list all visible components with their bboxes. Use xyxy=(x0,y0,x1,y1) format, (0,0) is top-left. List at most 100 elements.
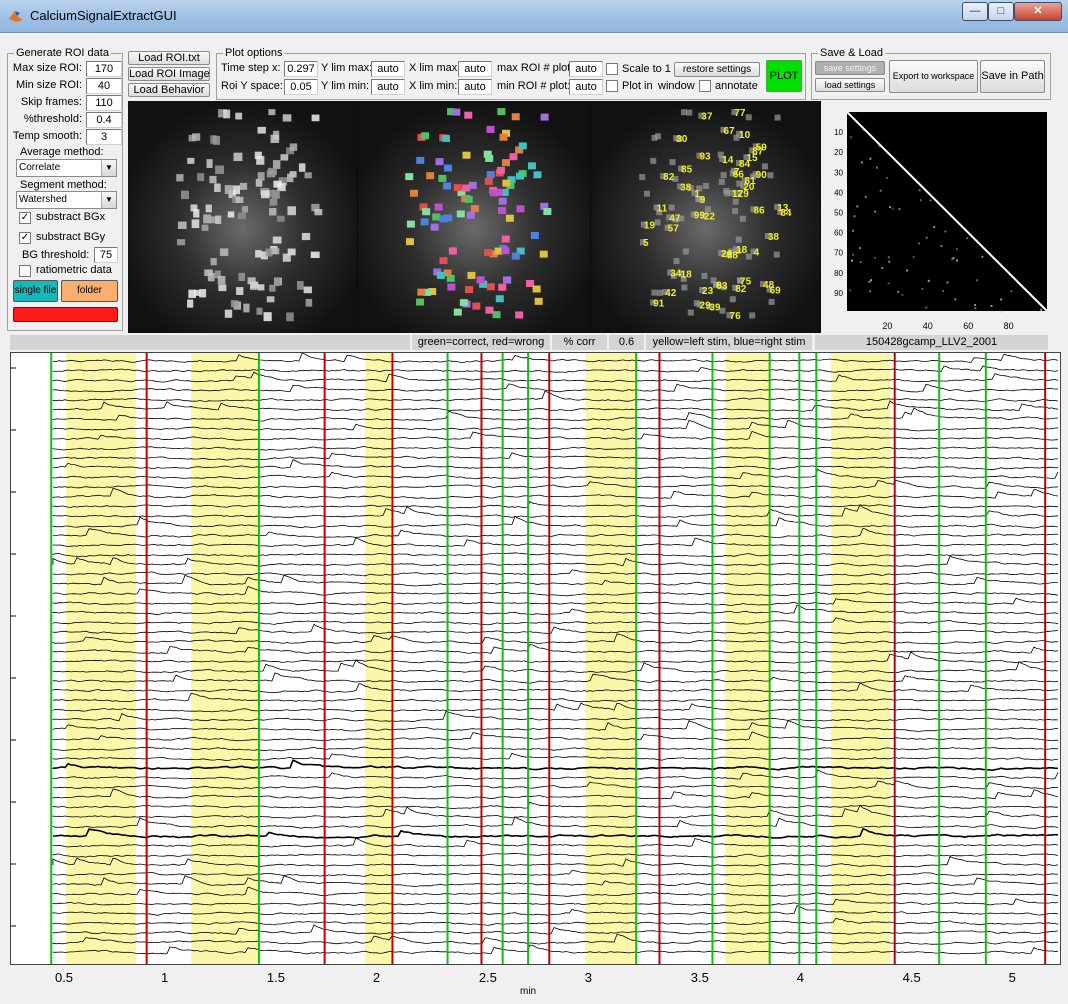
roi-number: 30 xyxy=(676,134,688,145)
load-settings-button[interactable]: load settings xyxy=(815,78,885,92)
roi-field-input[interactable]: 3 xyxy=(86,129,122,145)
corr-pixel xyxy=(856,205,859,208)
roi-number: 91 xyxy=(653,299,665,310)
roi-number: 26 xyxy=(721,249,733,260)
roi-mask xyxy=(442,134,451,142)
minimize-button[interactable]: — xyxy=(962,2,988,21)
time-step-input[interactable]: 0.297 xyxy=(284,61,318,77)
cell-spot xyxy=(266,296,275,303)
roi-number: 9 xyxy=(700,195,706,206)
roi-field-input[interactable]: 170 xyxy=(86,61,122,77)
single-file-button[interactable]: single file xyxy=(13,280,58,302)
roi-mask xyxy=(533,171,542,179)
corr-pixel xyxy=(927,279,930,282)
plot-button[interactable]: PLOT xyxy=(766,60,802,92)
save-in-path-button[interactable]: Save in Path xyxy=(980,60,1045,93)
roi-number: 83 xyxy=(716,281,728,292)
roi-number: 7 xyxy=(734,167,740,178)
roi-mask xyxy=(543,208,552,216)
cell-spot xyxy=(296,281,304,290)
plot-in-window-checkbox[interactable] xyxy=(606,80,618,92)
roi-y-space-input[interactable]: 0.05 xyxy=(284,79,318,95)
cell-spot xyxy=(298,163,306,172)
cell-spot xyxy=(237,212,246,220)
corr-y-tick: 20 xyxy=(834,148,843,157)
cell-spot xyxy=(255,250,262,258)
cell-spot xyxy=(745,114,752,121)
roi-field-input[interactable]: 40 xyxy=(86,78,122,94)
corr-pixel xyxy=(864,195,867,198)
image-panels: 6676184275818714344811203869959829913152… xyxy=(128,101,821,333)
roi-number: 11 xyxy=(657,203,668,214)
min-roi-input[interactable]: auto xyxy=(569,79,603,95)
xlim-max-label: X lim max: xyxy=(409,62,461,74)
corr-y-tick: 40 xyxy=(834,188,843,197)
max-roi-input[interactable]: auto xyxy=(569,61,603,77)
xlim-max-input[interactable]: auto xyxy=(458,61,492,77)
cell-spot xyxy=(681,109,688,116)
cell-spot xyxy=(761,163,768,170)
time-step-label: Time step x: xyxy=(221,62,281,74)
bg-threshold-input[interactable]: 75 xyxy=(94,247,118,263)
roi-mask xyxy=(452,108,461,116)
ylim-max-input[interactable]: auto xyxy=(371,61,405,77)
ratiometric-checkbox[interactable] xyxy=(19,265,31,277)
restore-settings-button[interactable]: restore settings xyxy=(674,62,760,77)
xlim-min-input[interactable]: auto xyxy=(458,79,492,95)
load-behavior-button[interactable]: Load Behavior xyxy=(128,83,210,97)
corr-pixel xyxy=(1040,308,1043,311)
annotate-label: annotate xyxy=(715,80,758,92)
cell-spot xyxy=(192,133,201,141)
maximize-button[interactable]: □ xyxy=(988,2,1014,21)
cell-spot xyxy=(314,209,323,216)
bgx-checkbox[interactable]: ✓ xyxy=(19,212,31,224)
cell-spot xyxy=(669,159,676,166)
corr-pixel xyxy=(852,229,855,232)
load-roi-image-button[interactable]: Load ROI Image xyxy=(128,67,210,81)
cell-spot xyxy=(724,190,731,197)
roi-field-label: %threshold: xyxy=(23,113,82,125)
roi-mask xyxy=(447,283,456,291)
cell-spot xyxy=(230,300,239,308)
roi-field-input[interactable]: 110 xyxy=(86,95,122,111)
bgy-checkbox[interactable]: ✓ xyxy=(19,232,31,244)
cell-spot xyxy=(269,198,278,206)
roi-number: 82 xyxy=(735,284,747,295)
cell-spot xyxy=(224,185,234,195)
cell-spot xyxy=(272,248,280,255)
cell-spot xyxy=(177,221,187,229)
load-roi-txt-button[interactable]: Load ROI.txt xyxy=(128,51,210,65)
save-settings-button[interactable]: save settings xyxy=(815,61,885,75)
ylim-min-input[interactable]: auto xyxy=(371,79,405,95)
scale-checkbox[interactable] xyxy=(606,63,618,75)
roi-field-label: Temp smooth: xyxy=(12,130,82,142)
roi-mask xyxy=(484,177,493,185)
cell-spot xyxy=(304,172,312,179)
corr-x-tick: 80 xyxy=(1004,321,1014,331)
average-method-select[interactable]: Correlate ▼ xyxy=(16,159,117,177)
roi-mask xyxy=(436,271,445,279)
segment-method-select[interactable]: Watershed ▼ xyxy=(16,191,117,209)
cell-spot xyxy=(687,309,694,316)
cell-spot xyxy=(207,272,215,282)
corr-pixel xyxy=(853,215,856,218)
corr-pixel xyxy=(849,289,852,292)
corr-pixel xyxy=(851,259,854,262)
roi-mask xyxy=(459,299,468,307)
roi-mask xyxy=(405,238,414,246)
status-corr-value: 0.6 xyxy=(609,335,644,350)
roi-mask xyxy=(501,159,510,167)
cell-spot xyxy=(735,236,742,243)
roi-mask xyxy=(476,276,485,284)
roi-number: 4 xyxy=(754,248,760,259)
close-button[interactable]: ✕ xyxy=(1014,2,1062,21)
x-tick-label: 1 xyxy=(160,970,169,985)
annotate-checkbox[interactable] xyxy=(699,80,711,92)
cell-spot xyxy=(267,167,277,176)
folder-button[interactable]: folder xyxy=(61,280,118,302)
roi-field-input[interactable]: 0.4 xyxy=(86,112,122,128)
corr-pixel xyxy=(889,206,892,209)
cell-spot xyxy=(205,204,212,213)
red-action-button[interactable] xyxy=(13,307,118,322)
export-workspace-button[interactable]: Export to workspace xyxy=(889,60,978,93)
